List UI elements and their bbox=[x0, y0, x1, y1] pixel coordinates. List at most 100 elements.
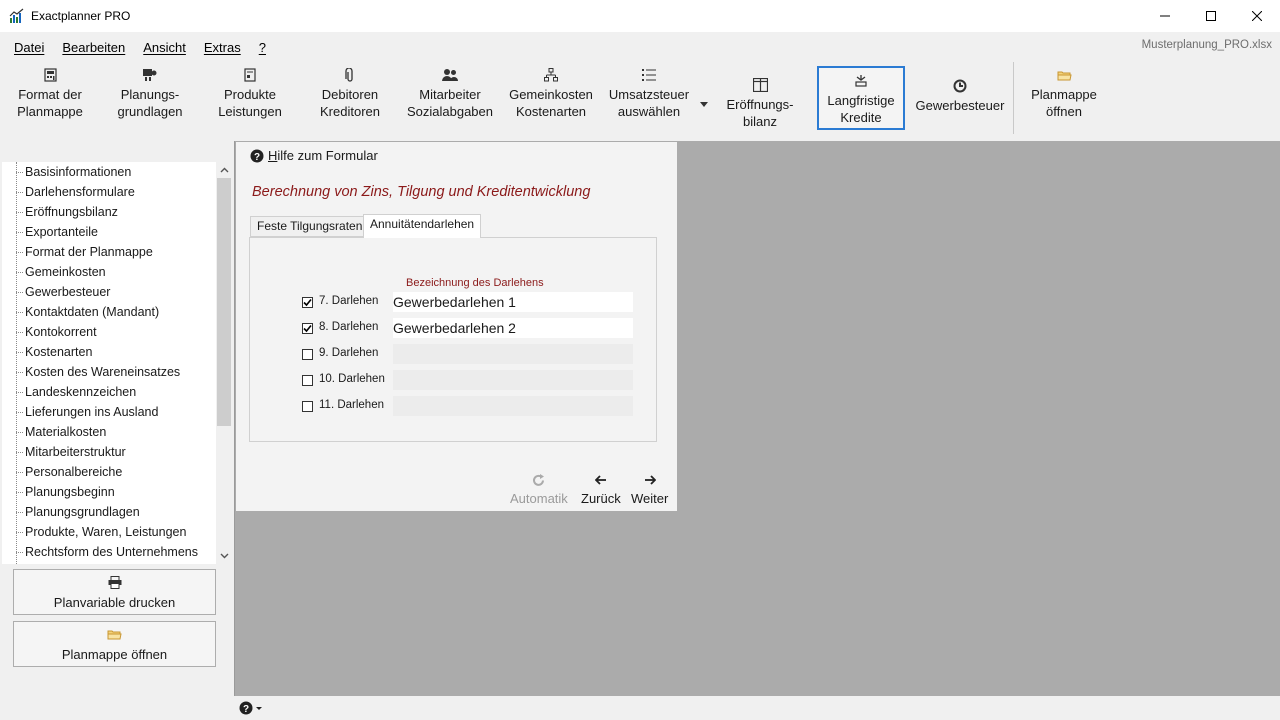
ribbon-eroeffnungsbilanz-button[interactable]: Eröffnungs- bilanz bbox=[718, 64, 802, 130]
close-icon bbox=[1252, 11, 1262, 21]
refresh-icon bbox=[532, 472, 545, 488]
tree-item-lieferungen-ins-ausland[interactable]: Lieferungen ins Ausland bbox=[2, 402, 216, 422]
balance-icon bbox=[752, 76, 768, 94]
print-planvariable-button[interactable]: Planvariable drucken bbox=[13, 569, 216, 615]
ribbon-umsatzsteuer-button[interactable]: Umsatzsteuer auswählen bbox=[604, 64, 694, 130]
ribbon-separator bbox=[1013, 62, 1014, 134]
loan-row-7: 7. Darlehen bbox=[302, 292, 633, 312]
tree-item-personalbereiche[interactable]: Personalbereiche bbox=[2, 462, 216, 482]
ribbon-toolbar: Format der Planmappe Planungs- grundlage… bbox=[0, 60, 1280, 136]
ribbon-planungsgrundlagen-button[interactable]: Planungs- grundlagen bbox=[108, 64, 192, 130]
loan-11-checkbox[interactable] bbox=[302, 400, 313, 412]
calculator-icon bbox=[43, 66, 57, 84]
umsatzsteuer-dropdown-icon[interactable] bbox=[700, 95, 708, 110]
tree-item-kosten-des-wareneinsatzes[interactable]: Kosten des Wareneinsatzes bbox=[2, 362, 216, 382]
loan-row-8: 8. Darlehen bbox=[302, 318, 633, 338]
scroll-up-icon[interactable] bbox=[216, 162, 232, 178]
help-circle-icon: ? bbox=[250, 149, 264, 163]
status-help-button[interactable]: ? bbox=[239, 701, 263, 715]
menu-ansicht[interactable]: Ansicht bbox=[134, 40, 195, 55]
scroll-down-icon[interactable] bbox=[216, 548, 232, 564]
close-button[interactable] bbox=[1234, 0, 1280, 32]
loan-7-checkbox[interactable] bbox=[302, 296, 313, 308]
tree-item-materialkosten[interactable]: Materialkosten bbox=[2, 422, 216, 442]
tab-annuitaetendarlehen[interactable]: Annuitätendarlehen bbox=[363, 214, 482, 238]
ribbon-mitarbeiter-button[interactable]: Mitarbeiter Sozialabgaben bbox=[404, 64, 496, 130]
tree-item-kontaktdaten[interactable]: Kontaktdaten (Mandant) bbox=[2, 302, 216, 322]
loan-9-label: 9. Darlehen bbox=[319, 347, 379, 359]
employees-icon bbox=[442, 66, 458, 84]
hierarchy-icon bbox=[544, 66, 558, 84]
loan-9-checkbox[interactable] bbox=[302, 348, 313, 360]
tree-item-darlehensformulare[interactable]: Darlehensformulare bbox=[2, 182, 216, 202]
tree-item-rechtsform[interactable]: Rechtsform des Unternehmens bbox=[2, 542, 216, 562]
loan-11-name-input[interactable] bbox=[393, 396, 633, 416]
tree-item-exportanteile[interactable]: Exportanteile bbox=[2, 222, 216, 242]
zurueck-button[interactable]: Zurück bbox=[581, 472, 621, 506]
loan-name-column-header: Bezeichnung des Darlehens bbox=[406, 277, 544, 289]
menu-bar: Datei Bearbeiten Ansicht Extras ? Muster… bbox=[0, 36, 1280, 58]
menu-help[interactable]: ? bbox=[250, 40, 275, 55]
arrow-left-icon bbox=[594, 472, 607, 488]
window-title: Exactplanner PRO bbox=[31, 9, 131, 23]
menu-extras[interactable]: Extras bbox=[195, 40, 250, 55]
loan-8-name-input[interactable] bbox=[393, 318, 633, 338]
loan-row-9: 9. Darlehen bbox=[302, 344, 633, 364]
maximize-icon bbox=[1206, 11, 1216, 21]
loan-10-label: 10. Darlehen bbox=[319, 373, 385, 385]
folder-icon bbox=[107, 626, 122, 642]
ribbon-langfristige-kredite-button[interactable]: Langfristige Kredite bbox=[817, 66, 905, 130]
paperclip-icon bbox=[345, 66, 355, 84]
tree-item-kontokorrent[interactable]: Kontokorrent bbox=[2, 322, 216, 342]
product-icon bbox=[244, 66, 256, 84]
minimize-button[interactable] bbox=[1142, 0, 1188, 32]
checkmark-icon bbox=[303, 324, 312, 332]
status-bar: ? bbox=[234, 696, 1280, 720]
menu-datei[interactable]: Datei bbox=[0, 40, 53, 55]
printer-icon bbox=[108, 574, 122, 590]
tree-item-produkte-waren-leistungen[interactable]: Produkte, Waren, Leistungen bbox=[2, 522, 216, 542]
tree-item-planungsgrundlagen[interactable]: Planungsgrundlagen bbox=[2, 502, 216, 522]
menu-bearbeiten[interactable]: Bearbeiten bbox=[53, 40, 134, 55]
form-help-link[interactable]: ? Hilfe zum Formular bbox=[250, 148, 378, 163]
loan-row-10: 10. Darlehen bbox=[302, 370, 633, 390]
tree-item-mitarbeiterstruktur[interactable]: Mitarbeiterstruktur bbox=[2, 442, 216, 462]
ribbon-gewerbesteuer-button[interactable]: Gewerbesteuer bbox=[912, 64, 1008, 130]
loan-form: ? Hilfe zum Formular Berechnung von Zins… bbox=[236, 142, 677, 511]
checkmark-icon bbox=[303, 298, 312, 306]
loan-row-11: 11. Darlehen bbox=[302, 396, 633, 416]
tree-scrollbar[interactable] bbox=[216, 162, 232, 564]
automatik-button[interactable]: Automatik bbox=[510, 472, 568, 506]
tree-item-eroeffnungsbilanz[interactable]: Eröffnungsbilanz bbox=[2, 202, 216, 222]
tree-item-basisinformationen[interactable]: Basisinformationen bbox=[2, 162, 216, 182]
ribbon-gemeinkosten-button[interactable]: Gemeinkosten Kostenarten bbox=[506, 64, 596, 130]
weiter-button[interactable]: Weiter bbox=[631, 472, 668, 506]
minimize-icon bbox=[1160, 15, 1170, 17]
ribbon-produkte-leistungen-button[interactable]: Produkte Leistungen bbox=[212, 64, 288, 130]
tree-item-planungsbeginn[interactable]: Planungsbeginn bbox=[2, 482, 216, 502]
open-planmappe-button[interactable]: Planmappe öffnen bbox=[13, 621, 216, 667]
loan-11-label: 11. Darlehen bbox=[319, 399, 384, 411]
ribbon-planmappe-oeffnen-button[interactable]: Planmappe öffnen bbox=[1024, 64, 1104, 130]
tree-scroll-thumb[interactable] bbox=[217, 178, 231, 426]
tree-item-kostenarten[interactable]: Kostenarten bbox=[2, 342, 216, 362]
title-bar: Exactplanner PRO bbox=[0, 0, 1280, 32]
loan-10-name-input[interactable] bbox=[393, 370, 633, 390]
tree-item-gemeinkosten[interactable]: Gemeinkosten bbox=[2, 262, 216, 282]
svg-text:?: ? bbox=[254, 152, 260, 163]
tree-item-format-der-planmappe[interactable]: Format der Planmappe bbox=[2, 242, 216, 262]
ribbon-format-planmappe-button[interactable]: Format der Planmappe bbox=[10, 64, 90, 130]
tab-feste-tilgungsraten[interactable]: Feste Tilgungsraten bbox=[250, 216, 370, 237]
loan-8-checkbox[interactable] bbox=[302, 322, 313, 334]
folder-icon bbox=[1057, 66, 1072, 84]
loan-7-name-input[interactable] bbox=[393, 292, 633, 312]
loan-10-checkbox[interactable] bbox=[302, 374, 313, 386]
tree-item-landeskennzeichen[interactable]: Landeskennzeichen bbox=[2, 382, 216, 402]
maximize-button[interactable] bbox=[1188, 0, 1234, 32]
loan-8-label: 8. Darlehen bbox=[319, 321, 379, 333]
tree-item-gewerbesteuer[interactable]: Gewerbesteuer bbox=[2, 282, 216, 302]
ribbon-debitoren-kreditoren-button[interactable]: Debitoren Kreditoren bbox=[312, 64, 388, 130]
loan-9-name-input[interactable] bbox=[393, 344, 633, 364]
form-title: Berechnung von Zins, Tilgung und Kredite… bbox=[252, 184, 591, 200]
bank-icon bbox=[855, 72, 867, 90]
